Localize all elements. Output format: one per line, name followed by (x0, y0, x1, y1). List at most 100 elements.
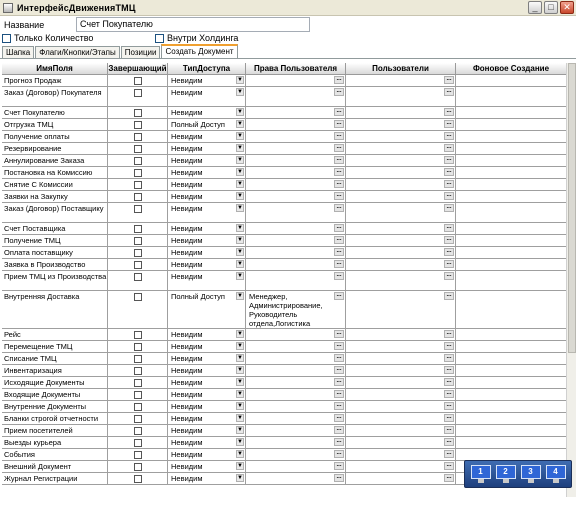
user-rights-cell[interactable]: ... (246, 247, 346, 258)
user-rights-cell[interactable]: ... (246, 365, 346, 376)
user-rights-cell[interactable]: ... (246, 119, 346, 130)
users-cell[interactable]: ... (346, 401, 456, 412)
user-rights-cell[interactable]: ... (246, 167, 346, 178)
user-rights-cell[interactable]: ... (246, 271, 346, 290)
access-type-cell[interactable]: Невидим ▼ (168, 87, 246, 106)
ellipsis-button[interactable]: ... (334, 76, 344, 84)
user-rights-cell[interactable]: ... (246, 329, 346, 340)
chevron-down-icon[interactable]: ▼ (236, 414, 244, 422)
table-row[interactable]: Получение ТМЦ Невидим ▼...... (2, 235, 566, 247)
table-row[interactable]: Оплата поставщику Невидим ▼...... (2, 247, 566, 259)
users-cell[interactable]: ... (346, 271, 456, 290)
ellipsis-button[interactable]: ... (334, 414, 344, 422)
vertical-scrollbar[interactable] (566, 63, 576, 497)
final-checkbox[interactable] (133, 331, 142, 339)
users-cell[interactable]: ... (346, 461, 456, 472)
background-create-cell[interactable] (456, 291, 566, 328)
ellipsis-button[interactable]: ... (444, 144, 454, 152)
user-rights-cell[interactable]: ... (246, 449, 346, 460)
user-rights-cell[interactable]: ... (246, 235, 346, 246)
ellipsis-button[interactable]: ... (334, 204, 344, 212)
ellipsis-button[interactable]: ... (444, 224, 454, 232)
users-cell[interactable]: ... (346, 353, 456, 364)
final-checkbox[interactable] (133, 181, 142, 189)
col-header-users[interactable]: Пользователи (346, 63, 456, 75)
final-checkbox[interactable] (133, 225, 142, 233)
final-checkbox[interactable] (133, 205, 142, 213)
table-row[interactable]: Прием посетителей Невидим ▼...... (2, 425, 566, 437)
chevron-down-icon[interactable]: ▼ (236, 248, 244, 256)
access-type-cell[interactable]: Невидим ▼ (168, 437, 246, 448)
user-rights-cell[interactable]: ... (246, 131, 346, 142)
ellipsis-button[interactable]: ... (444, 414, 454, 422)
chevron-down-icon[interactable]: ▼ (236, 204, 244, 212)
table-row[interactable]: Заявка в Производство Невидим ▼...... (2, 259, 566, 271)
table-row[interactable]: Получение оплаты Невидим ▼...... (2, 131, 566, 143)
final-checkbox[interactable] (133, 367, 142, 375)
access-type-cell[interactable]: Невидим ▼ (168, 259, 246, 270)
access-type-cell[interactable]: Невидим ▼ (168, 353, 246, 364)
table-row[interactable]: Заявки на Закупку Невидим ▼...... (2, 191, 566, 203)
final-checkbox[interactable] (133, 403, 142, 411)
users-cell[interactable]: ... (346, 87, 456, 106)
monitor-icon[interactable]: 3 (520, 465, 541, 483)
col-header-user-rights[interactable]: Права Пользователя (246, 63, 346, 75)
scrollbar-thumb[interactable] (568, 63, 576, 353)
user-rights-cell[interactable]: Менеджер, Администрирование, Руководител… (246, 291, 346, 328)
user-rights-cell[interactable]: ... (246, 437, 346, 448)
background-create-cell[interactable] (456, 259, 566, 270)
user-rights-cell[interactable]: ... (246, 203, 346, 222)
ellipsis-button[interactable]: ... (334, 236, 344, 244)
ellipsis-button[interactable]: ... (444, 474, 454, 482)
users-cell[interactable]: ... (346, 449, 456, 460)
users-cell[interactable]: ... (346, 259, 456, 270)
user-rights-cell[interactable]: ... (246, 473, 346, 484)
ellipsis-button[interactable]: ... (444, 292, 454, 300)
background-create-cell[interactable] (456, 353, 566, 364)
table-row[interactable]: Счет Покупателю Невидим ▼...... (2, 107, 566, 119)
ellipsis-button[interactable]: ... (444, 120, 454, 128)
access-type-cell[interactable]: Невидим ▼ (168, 143, 246, 154)
final-checkbox[interactable] (133, 121, 142, 129)
users-cell[interactable]: ... (346, 119, 456, 130)
background-create-cell[interactable] (456, 247, 566, 258)
ellipsis-button[interactable]: ... (444, 342, 454, 350)
chevron-down-icon[interactable]: ▼ (236, 236, 244, 244)
chevron-down-icon[interactable]: ▼ (236, 292, 244, 300)
background-create-cell[interactable] (456, 167, 566, 178)
background-create-cell[interactable] (456, 449, 566, 460)
chevron-down-icon[interactable]: ▼ (236, 402, 244, 410)
ellipsis-button[interactable]: ... (334, 450, 344, 458)
col-header-final[interactable]: Завершающий (108, 63, 168, 75)
ellipsis-button[interactable]: ... (444, 450, 454, 458)
background-create-cell[interactable] (456, 179, 566, 190)
ellipsis-button[interactable]: ... (444, 330, 454, 338)
users-cell[interactable]: ... (346, 75, 456, 86)
users-cell[interactable]: ... (346, 377, 456, 388)
table-row[interactable]: Входящие Документы Невидим ▼...... (2, 389, 566, 401)
ellipsis-button[interactable]: ... (334, 438, 344, 446)
chevron-down-icon[interactable]: ▼ (236, 342, 244, 350)
ellipsis-button[interactable]: ... (334, 192, 344, 200)
background-create-cell[interactable] (456, 223, 566, 234)
chevron-down-icon[interactable]: ▼ (236, 260, 244, 268)
table-row[interactable]: Выезды курьера Невидим ▼...... (2, 437, 566, 449)
monitor-icon[interactable]: 4 (545, 465, 566, 483)
users-cell[interactable]: ... (346, 341, 456, 352)
table-row[interactable]: Постановка на Комиссию Невидим ▼...... (2, 167, 566, 179)
user-rights-cell[interactable]: ... (246, 223, 346, 234)
col-header-background[interactable]: Фоновое Создание (456, 63, 566, 75)
access-type-cell[interactable]: Невидим ▼ (168, 167, 246, 178)
table-row[interactable]: Рейс Невидим ▼...... (2, 329, 566, 341)
table-row[interactable]: Внутренние Документы Невидим ▼...... (2, 401, 566, 413)
table-row[interactable]: Заказ (Договор) Поставщику Невидим ▼...... (2, 203, 566, 223)
background-create-cell[interactable] (456, 401, 566, 412)
access-type-cell[interactable]: Невидим ▼ (168, 473, 246, 484)
final-checkbox[interactable] (133, 77, 142, 85)
chevron-down-icon[interactable]: ▼ (236, 120, 244, 128)
access-type-cell[interactable]: Невидим ▼ (168, 223, 246, 234)
final-checkbox[interactable] (133, 157, 142, 165)
users-cell[interactable]: ... (346, 131, 456, 142)
final-checkbox[interactable] (133, 293, 142, 301)
background-create-cell[interactable] (456, 235, 566, 246)
